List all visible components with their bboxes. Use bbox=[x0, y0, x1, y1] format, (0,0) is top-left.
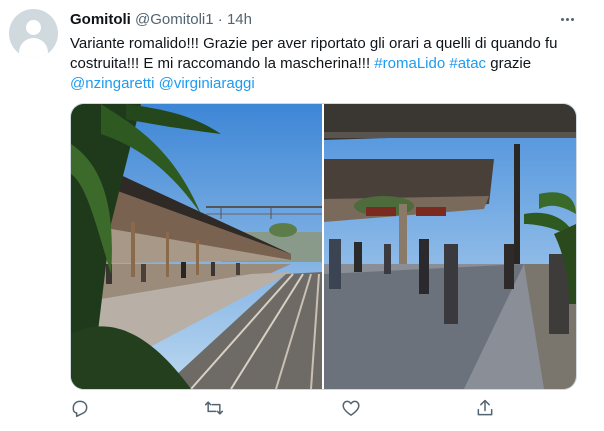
tweet[interactable]: Gomitoli @Gomitoli1 · 14h Variante romal… bbox=[0, 0, 604, 431]
share-icon[interactable] bbox=[475, 398, 497, 420]
avatar[interactable] bbox=[9, 9, 58, 58]
author-handle[interactable]: @Gomitoli1 bbox=[135, 11, 214, 28]
mention-virginiaraggi[interactable]: @virginiaraggi bbox=[159, 75, 255, 92]
photo-station-platform-right[interactable] bbox=[324, 104, 576, 389]
tweet-text-tail: grazie bbox=[486, 55, 532, 72]
hashtag-romalido[interactable]: #romaLido bbox=[374, 55, 445, 72]
default-avatar-icon bbox=[26, 20, 41, 35]
media-grid bbox=[70, 103, 577, 390]
heart-icon[interactable] bbox=[341, 398, 363, 420]
tweet-text: Variante romalido!!! Grazie per aver rip… bbox=[70, 34, 590, 94]
more-icon[interactable] bbox=[558, 10, 576, 28]
header-separator: · bbox=[217, 11, 223, 28]
author-name[interactable]: Gomitoli bbox=[70, 11, 131, 28]
avatar-silhouette bbox=[19, 38, 48, 58]
tweet-timestamp[interactable]: 14h bbox=[227, 11, 252, 28]
hashtag-atac[interactable]: #atac bbox=[449, 55, 486, 72]
action-bar bbox=[70, 398, 570, 422]
retweet-icon[interactable] bbox=[204, 398, 226, 420]
photo-station-platform-left[interactable] bbox=[71, 104, 322, 389]
reply-icon[interactable] bbox=[70, 398, 92, 420]
tweet-header: Gomitoli @Gomitoli1 · 14h bbox=[70, 11, 252, 29]
mention-nzingaretti[interactable]: @nzingaretti bbox=[70, 75, 154, 92]
